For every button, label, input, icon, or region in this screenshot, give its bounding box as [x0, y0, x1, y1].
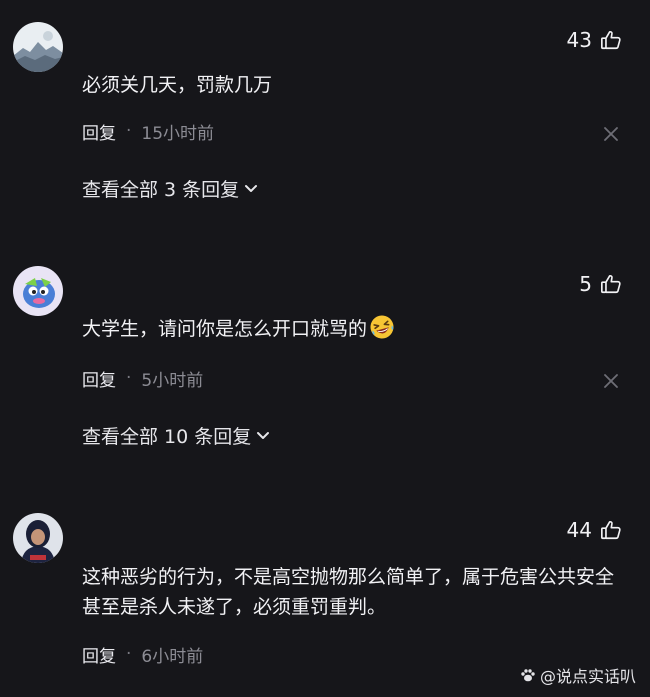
like-button[interactable]: 5	[579, 269, 622, 299]
watermark-text: @说点实话叭	[539, 667, 636, 686]
avatar[interactable]	[13, 22, 63, 72]
timestamp: 5小时前	[141, 370, 204, 391]
like-count: 44	[566, 518, 592, 542]
separator-dot: ·	[126, 121, 132, 141]
comment-text: 必须关几天，罚款几万	[82, 74, 273, 96]
like-count: 43	[566, 28, 592, 52]
chevron-down-icon	[257, 432, 270, 439]
paw-icon	[521, 669, 535, 682]
view-all-replies-label: 查看全部 3 条回复	[82, 178, 240, 201]
chevron-down-icon	[245, 185, 258, 192]
view-all-replies-button[interactable]: 查看全部 10 条回复	[82, 420, 271, 450]
close-icon[interactable]	[602, 372, 620, 390]
like-button[interactable]: 43	[567, 25, 622, 55]
comment-meta: 回复 · 15小时前	[82, 119, 215, 144]
reply-button[interactable]: 回复	[82, 366, 116, 391]
close-icon[interactable]	[602, 125, 620, 143]
view-all-replies-button[interactable]: 查看全部 3 条回复	[82, 173, 259, 203]
separator-dot: ·	[126, 644, 132, 664]
comment-meta: 回复 · 6小时前	[82, 642, 204, 667]
like-count: 5	[579, 272, 592, 296]
like-button[interactable]: 44	[567, 515, 622, 545]
reply-button[interactable]: 回复	[82, 642, 116, 667]
comment-text: 这种恶劣的行为，不是高空抛物那么简单了，属于危害公共安全甚至是杀人未遂了，必须重…	[82, 566, 615, 618]
watermark: @说点实话叭	[520, 663, 636, 687]
comment-meta: 回复 · 5小时前	[82, 366, 204, 391]
thumbs-up-icon	[600, 519, 622, 541]
avatar[interactable]	[13, 266, 63, 316]
grinning-squint-emoji-icon	[369, 314, 395, 340]
comment-text-row: 大学生，请问你是怎么开口就骂的	[82, 314, 627, 344]
reply-button[interactable]: 回复	[82, 119, 116, 144]
view-all-replies-label: 查看全部 10 条回复	[82, 425, 252, 448]
comment-text: 大学生，请问你是怎么开口就骂的	[82, 318, 368, 340]
avatar[interactable]	[13, 513, 63, 563]
separator-dot: ·	[126, 368, 132, 388]
thumbs-up-icon	[600, 273, 622, 295]
timestamp: 6小时前	[141, 646, 204, 667]
timestamp: 15小时前	[141, 123, 215, 144]
thumbs-up-icon	[600, 29, 622, 51]
